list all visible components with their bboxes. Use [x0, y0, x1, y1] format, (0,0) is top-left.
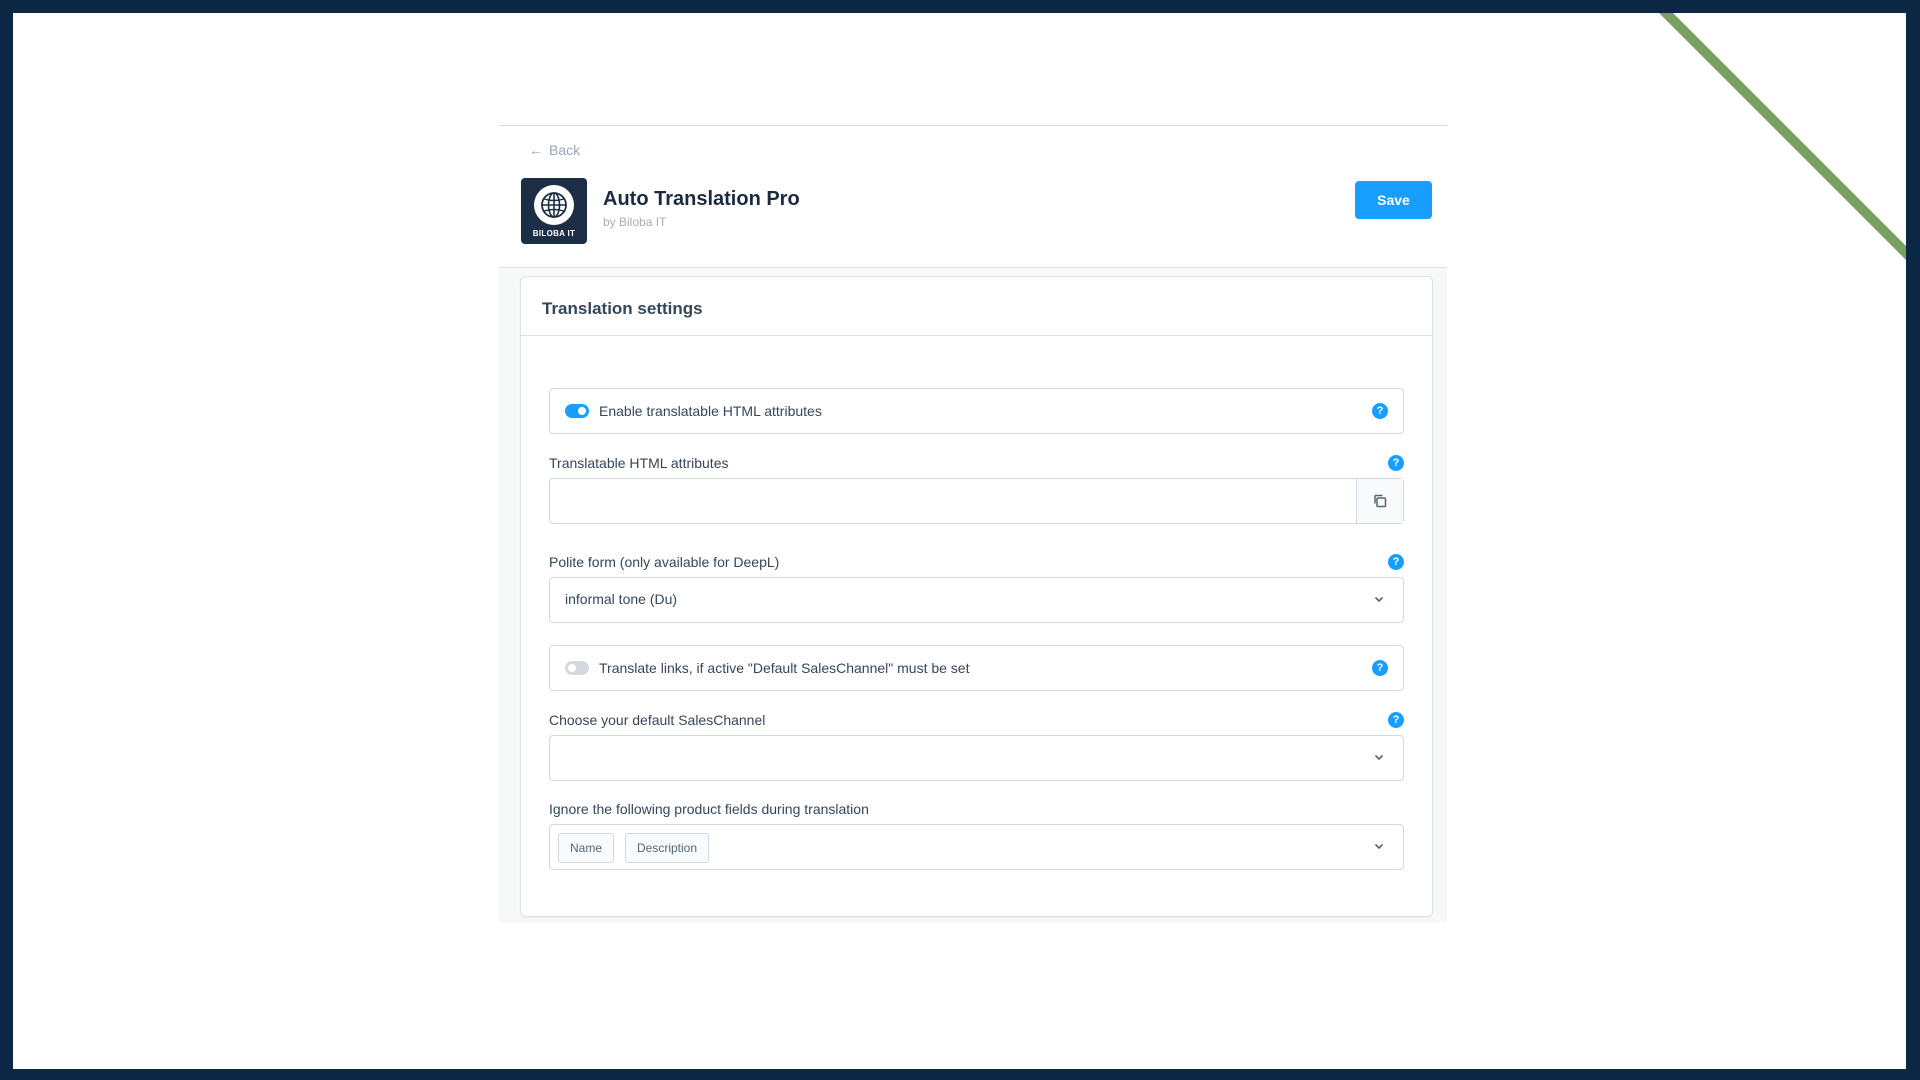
toggle-knob: [578, 407, 586, 415]
polite-form-select[interactable]: informal tone (Du): [549, 577, 1404, 623]
translate-links-toggle[interactable]: [565, 661, 589, 675]
settings-panel: ← Back BILOBA IT Auto Translation Pro by…: [499, 125, 1447, 923]
app-logo: BILOBA IT: [521, 178, 587, 244]
translatable-attributes-input[interactable]: [550, 479, 1356, 523]
corner-decoration: [1659, 13, 1906, 260]
ignore-fields-label: Ignore the following product fields duri…: [549, 801, 869, 817]
help-icon[interactable]: ?: [1388, 554, 1404, 570]
card-header: Translation settings: [521, 277, 1432, 336]
app-title: Auto Translation Pro: [603, 188, 800, 210]
chevron-down-icon: [1374, 596, 1384, 603]
back-link[interactable]: ← Back: [529, 142, 580, 158]
default-saleschannel-select[interactable]: [549, 735, 1404, 781]
app-vendor: by Biloba IT: [603, 215, 667, 229]
app-frame: ← Back BILOBA IT Auto Translation Pro by…: [13, 13, 1906, 1069]
polite-form-value: informal tone (Du): [565, 591, 678, 607]
logo-wordmark: BILOBA IT: [532, 229, 576, 238]
default-saleschannel-label: Choose your default SalesChannel: [549, 712, 766, 728]
enable-attributes-label: Enable translatable HTML attributes: [599, 403, 822, 419]
translatable-attributes-label: Translatable HTML attributes: [549, 455, 729, 471]
help-icon[interactable]: ?: [1372, 403, 1388, 419]
globe-icon: [534, 185, 574, 225]
chevron-down-icon: [1374, 754, 1384, 761]
tag-name[interactable]: Name: [558, 833, 615, 863]
enable-attributes-row: Enable translatable HTML attributes ?: [549, 388, 1404, 434]
save-button[interactable]: Save: [1355, 181, 1432, 219]
translatable-attributes-field: [549, 478, 1404, 524]
help-icon[interactable]: ?: [1372, 660, 1388, 676]
arrow-left-icon: ←: [529, 142, 543, 158]
enable-attributes-toggle[interactable]: [565, 404, 589, 418]
toggle-knob: [568, 664, 576, 672]
polite-form-label: Polite form (only available for DeepL): [549, 554, 780, 570]
help-icon[interactable]: ?: [1388, 712, 1404, 728]
translation-settings-card: Translation settings Enable translatable…: [520, 276, 1433, 917]
copy-button[interactable]: [1356, 479, 1403, 523]
translate-links-row: Translate links, if active "Default Sale…: [549, 645, 1404, 691]
copy-icon: [1374, 494, 1387, 508]
card-title: Translation settings: [542, 299, 703, 318]
ignore-fields-multiselect[interactable]: Name Description: [549, 824, 1404, 870]
chevron-down-icon: [1374, 843, 1384, 850]
tag-description[interactable]: Description: [625, 833, 710, 863]
extension-header: ← Back BILOBA IT Auto Translation Pro by…: [499, 126, 1447, 268]
translate-links-label: Translate links, if active "Default Sale…: [599, 660, 970, 676]
back-label: Back: [549, 142, 581, 158]
help-icon[interactable]: ?: [1388, 455, 1404, 471]
